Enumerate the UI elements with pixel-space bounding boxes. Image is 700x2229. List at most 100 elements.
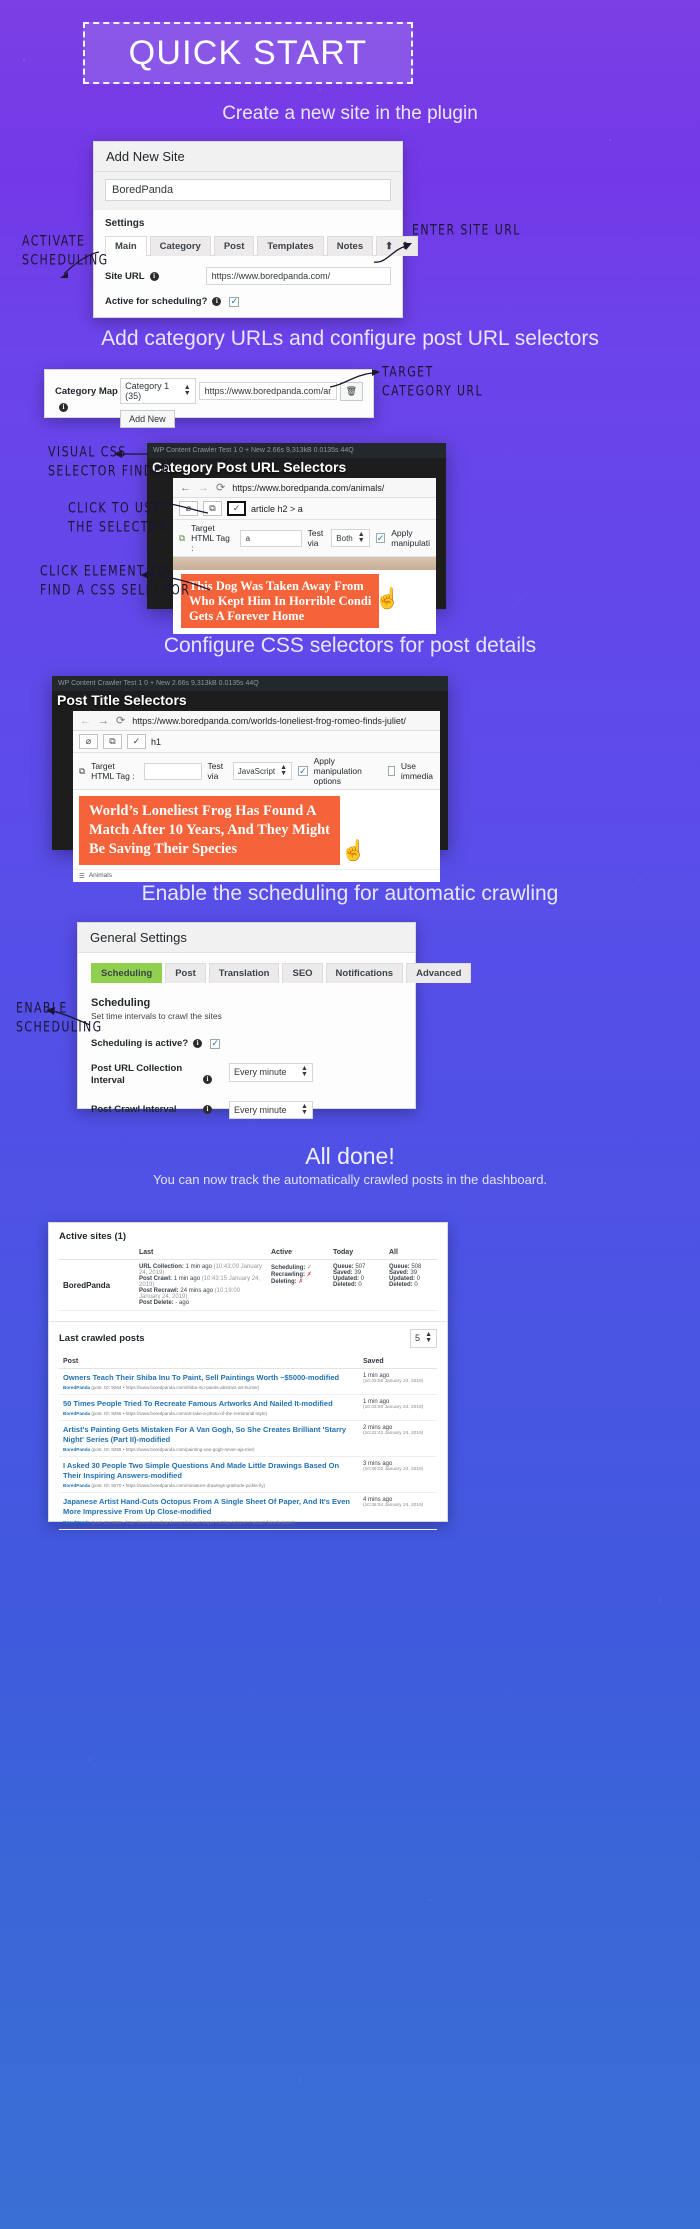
tab-main[interactable]: Main xyxy=(105,236,147,256)
saved-ts: (10:43:55 January 24, 2019) xyxy=(363,1378,424,1384)
list-item: 50 Times People Tried To Recreate Famous… xyxy=(59,1394,437,1421)
dashboard-card: Active sites (1) Last Active Today All B… xyxy=(48,1222,448,1530)
per-page-select[interactable]: 5 ▲ ▼ xyxy=(410,1329,437,1348)
info-icon[interactable]: i xyxy=(149,271,159,281)
active-for-scheduling-checkbox[interactable]: ✓ xyxy=(229,296,240,307)
reload-icon[interactable]: ⟳ xyxy=(116,714,125,727)
eraser-icon[interactable]: ⌀ xyxy=(79,734,98,749)
th-active: Active xyxy=(267,1246,329,1260)
post-title-selectors-browser: WP Content Crawler Test 1 0 + New 2.66s … xyxy=(52,676,448,882)
check-icon[interactable]: ✓ xyxy=(127,734,146,749)
tab-category[interactable]: Category xyxy=(149,236,211,256)
tab-templates[interactable]: Templates xyxy=(257,236,324,256)
css-selector-value[interactable]: article h2 > a xyxy=(251,504,303,514)
site-url-input[interactable] xyxy=(205,267,391,285)
selector-toolbar-post: ⌀ ⧉ ✓ h1 xyxy=(73,731,440,753)
scheduling-section-desc: Set time intervals to crawl the sites xyxy=(91,1011,222,1021)
test-via-select[interactable]: JavaScript ▲ ▼ xyxy=(232,761,293,781)
add-new-site-header: Add New Site xyxy=(94,142,402,172)
post-site: BoredPanda xyxy=(63,1410,91,1416)
apply-manipulation-checkbox[interactable]: ✓ xyxy=(375,533,386,543)
copy-icon[interactable]: ⧉ xyxy=(103,734,122,749)
test-via-select[interactable]: Both ▲ ▼ xyxy=(331,528,370,548)
post-crawl-interval-select[interactable]: Every minute ▲ ▼ xyxy=(229,1100,313,1120)
saved-value: 1 min ago xyxy=(363,1372,390,1379)
add-new-site-card: Add New Site Settings Main Category Post… xyxy=(93,141,419,318)
scheduling-active-label: Scheduling is active? xyxy=(91,1038,189,1049)
chevron-updown-icon: ▲ ▼ xyxy=(183,383,191,397)
post-title-link[interactable]: Artist's Painting Gets Mistaken For A Va… xyxy=(63,1425,355,1445)
reload-icon[interactable]: ⟳ xyxy=(216,481,225,494)
info-icon[interactable]: i xyxy=(212,297,222,306)
general-settings-header: General Settings xyxy=(78,923,415,953)
site-name[interactable]: BoredPanda xyxy=(59,1259,135,1311)
saved-ts: (10:42:42 January 24, 2019) xyxy=(363,1430,424,1436)
target-html-tag-label: Target HTML Tag : xyxy=(91,761,135,781)
add-new-button[interactable]: Add New xyxy=(120,410,175,428)
general-settings-card: General Settings Scheduling Post Transla… xyxy=(77,922,472,1120)
back-arrow-icon[interactable]: ← xyxy=(80,715,91,727)
info-icon[interactable]: i xyxy=(203,1075,212,1084)
chevron-updown-icon: ▲ ▼ xyxy=(280,763,288,777)
target-html-tag-input[interactable] xyxy=(239,529,302,547)
tab-scheduling[interactable]: Scheduling xyxy=(91,963,163,983)
post-url-collection-interval-select[interactable]: Every minute ▲ ▼ xyxy=(229,1063,313,1082)
post-title-link[interactable]: Owners Teach Their Shiba Inu To Paint, S… xyxy=(63,1373,355,1383)
scheduling-active-checkbox[interactable]: ✓ xyxy=(210,1038,221,1049)
post-site: BoredPanda xyxy=(63,1519,91,1525)
saved-cell: 3 mins ago (10:39:02 January 24, 2019) xyxy=(359,1456,437,1494)
article-headline-post[interactable]: World’s Loneliest Frog Has Found A Match… xyxy=(79,796,340,865)
saved-cell: 1 min ago (10:43:55 January 24, 2019) xyxy=(359,1368,437,1395)
section-2-caption: Add category URLs and configure post URL… xyxy=(101,327,599,350)
last-label: Post Delete: xyxy=(139,1300,174,1306)
post-title-link[interactable]: 50 Times People Tried To Recreate Famous… xyxy=(63,1399,355,1409)
options-row-category: ⧉ Target HTML Tag : Test via Both ▲▼ ✓ A… xyxy=(173,520,436,557)
post-site: BoredPanda xyxy=(63,1384,91,1390)
apply-manipulation-checkbox[interactable]: ✓ xyxy=(298,766,308,776)
table-header-row: Last Active Today All xyxy=(59,1246,437,1260)
css-selector-value[interactable]: h1 xyxy=(151,737,161,747)
url-bar-post: ← → ⟳ https://www.boredpanda.com/worlds-… xyxy=(73,711,440,731)
tab-notes[interactable]: Notes xyxy=(326,236,374,256)
tab-advanced[interactable]: Advanced xyxy=(406,963,472,983)
annotation-enter-site-url: ENTER SITE URL xyxy=(412,222,521,239)
post-title-link[interactable]: I Asked 30 People Two Simple Questions A… xyxy=(63,1461,355,1481)
category-select[interactable]: Category 1 (35) ▲ ▼ xyxy=(120,378,196,404)
pointer-hand-icon: ☝ xyxy=(375,588,400,610)
post-meta: (post. ID: 9265 • https://www.boredpanda… xyxy=(91,1519,295,1525)
use-immediate-label: Use immedia xyxy=(400,761,433,781)
saved-cell: 4 mins ago (10:38:54 January 24, 2019) xyxy=(359,1492,437,1530)
check-icon[interactable]: ✓ xyxy=(227,501,246,516)
target-html-tag-input[interactable] xyxy=(143,762,202,780)
url-text[interactable]: https://www.boredpanda.com/animals/ xyxy=(232,483,384,493)
tab-post[interactable]: Post xyxy=(165,963,206,983)
back-arrow-icon[interactable]: ← xyxy=(180,482,191,494)
tab-translation[interactable]: Translation xyxy=(208,963,280,983)
section-5-subcaption: You can now track the automatically craw… xyxy=(152,1172,548,1187)
section-3-caption: Configure CSS selectors for post details xyxy=(163,634,537,657)
forward-arrow-icon[interactable]: → xyxy=(98,715,109,727)
info-icon[interactable]: i xyxy=(59,403,68,413)
options-row-post: ⧉ Target HTML Tag : Test via JavaScript … xyxy=(73,753,440,790)
list-item: Artist's Painting Gets Mistaken For A Va… xyxy=(59,1420,437,1458)
scheduling-section-title: Scheduling xyxy=(91,997,151,1009)
external-link-icon[interactable]: ⧉ xyxy=(79,766,85,777)
category-map-card: Category Map i Category 1 (35) ▲▼ 🗑 Add … xyxy=(44,369,374,428)
tab-post[interactable]: Post xyxy=(213,236,255,256)
active-for-scheduling-label: Active for scheduling? xyxy=(105,296,208,307)
external-link-icon[interactable]: ⧉ xyxy=(179,533,185,544)
info-icon[interactable]: i xyxy=(193,1039,203,1048)
url-text[interactable]: https://www.boredpanda.com/worlds-loneli… xyxy=(132,716,406,726)
use-immediate-checkbox[interactable] xyxy=(387,766,395,776)
category-url-input[interactable] xyxy=(198,382,337,400)
post-title-link[interactable]: Japanese Artist Hand-Cuts Octopus From A… xyxy=(63,1497,355,1517)
forward-arrow-icon[interactable]: → xyxy=(198,482,209,494)
apply-manipulation-label: Apply manipulati xyxy=(391,528,430,548)
breadcrumb[interactable]: Animals xyxy=(89,872,112,879)
active-sites-title: Active sites (1) xyxy=(59,1231,127,1242)
tab-notifications[interactable]: Notifications xyxy=(325,963,404,983)
site-name-input[interactable] xyxy=(105,179,391,201)
tab-seo[interactable]: SEO xyxy=(282,963,323,983)
info-icon[interactable]: i xyxy=(203,1105,212,1115)
annotation-arrow-activate-scheduling xyxy=(60,251,100,278)
